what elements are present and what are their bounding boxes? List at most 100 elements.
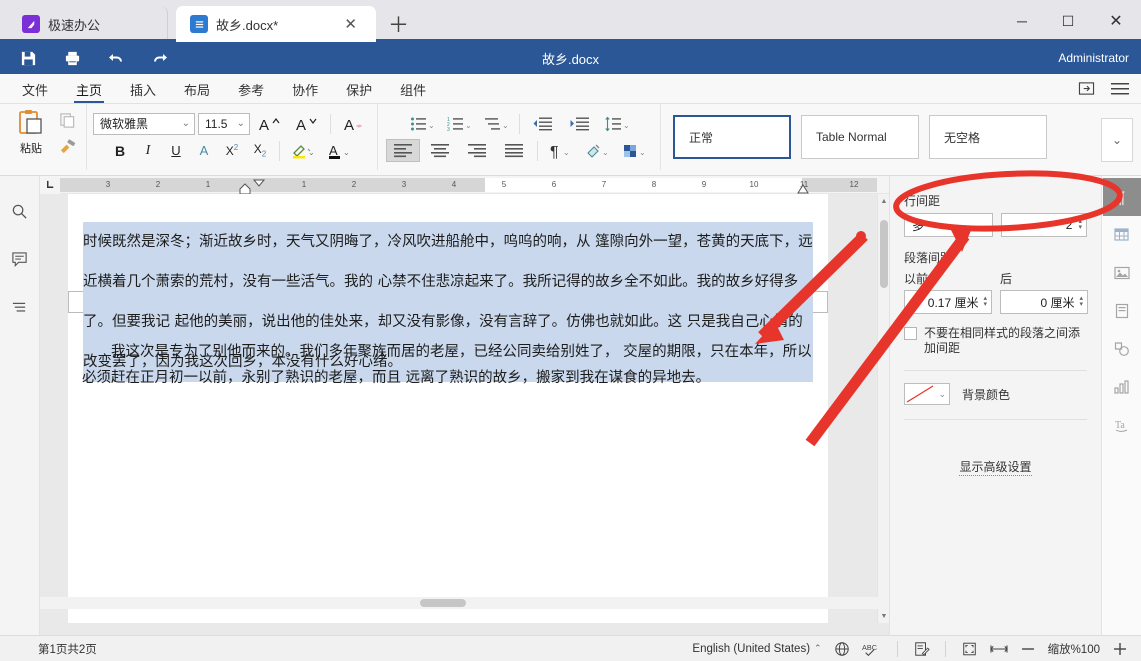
ribbon-tab-collaboration[interactable]: 协作 xyxy=(278,76,332,102)
style-normal[interactable]: 正常 xyxy=(673,115,791,159)
ribbon-tab-home[interactable]: 主页 xyxy=(62,76,116,102)
bold-button[interactable]: B xyxy=(108,139,133,162)
style-table-normal[interactable]: Table Normal xyxy=(801,115,919,159)
close-icon[interactable]: ✕ xyxy=(1091,0,1141,42)
tab-home-app[interactable]: 极速办公 xyxy=(8,6,168,42)
window-controls: ─ ☐ ✕ xyxy=(999,0,1141,42)
undo-icon[interactable] xyxy=(96,43,136,73)
spellcheck-icon[interactable]: ABC xyxy=(857,638,887,660)
vertical-scrollbar[interactable]: ▲ ▼ xyxy=(877,194,889,623)
close-icon[interactable]: ✕ xyxy=(341,15,360,34)
redo-icon[interactable] xyxy=(140,43,180,73)
spinner-arrows-icon[interactable]: ▴▾ xyxy=(1078,219,1082,231)
bullet-list-icon[interactable]: ⌄ xyxy=(405,112,439,135)
fit-page-icon[interactable] xyxy=(956,638,983,660)
language-selector[interactable]: English (United States) ⌃ xyxy=(687,638,826,660)
borders-icon[interactable]: ⌄ xyxy=(618,139,652,162)
hanging-indent-marker[interactable] xyxy=(238,183,252,195)
font-size-select[interactable]: 11.5 ⌄ xyxy=(198,113,250,135)
multilevel-list-icon[interactable]: ⌄ xyxy=(479,112,513,135)
tab-document[interactable]: 故乡.docx* ✕ xyxy=(176,6,376,42)
zoom-in-icon[interactable] xyxy=(1107,638,1133,660)
user-name[interactable]: Administrator xyxy=(1058,51,1129,65)
maximize-icon[interactable]: ☐ xyxy=(1045,0,1091,42)
vertical-scroll-thumb[interactable] xyxy=(880,220,888,288)
align-right-icon[interactable] xyxy=(460,139,494,162)
no-space-same-style-row[interactable]: 不要在相同样式的段落之间添加间距 xyxy=(904,326,1087,356)
right-indent-marker[interactable] xyxy=(796,183,810,195)
zoom-level-label[interactable]: 缩放%100 xyxy=(1043,638,1105,660)
increase-font-size-icon[interactable]: A xyxy=(253,112,287,135)
export-icon[interactable] xyxy=(1071,76,1101,102)
first-line-indent-marker[interactable] xyxy=(252,178,266,192)
ribbon-tab-insert[interactable]: 插入 xyxy=(116,76,170,102)
align-center-icon[interactable] xyxy=(423,139,457,162)
spinner-arrows-icon[interactable]: ▴▾ xyxy=(983,296,987,308)
zoom-out-icon[interactable] xyxy=(1015,638,1041,660)
globe-icon[interactable] xyxy=(829,638,855,660)
table-settings-icon[interactable] xyxy=(1103,216,1141,254)
align-left-icon[interactable] xyxy=(386,139,420,162)
numbered-list-icon[interactable]: 123⌄ xyxy=(442,112,476,135)
horizontal-scrollbar[interactable] xyxy=(40,597,888,609)
horizontal-ruler[interactable]: 3 2 1 1 2 3 4 5 6 7 8 9 10 11 12 xyxy=(40,176,889,194)
image-settings-icon[interactable] xyxy=(1103,254,1141,292)
ribbon-tab-protection[interactable]: 保护 xyxy=(332,76,386,102)
scroll-down-icon[interactable]: ▼ xyxy=(878,609,889,623)
save-icon[interactable] xyxy=(8,43,48,73)
hamburger-menu-icon[interactable] xyxy=(1105,76,1135,102)
spacing-after-input[interactable]: 0 厘米 ▴▾ xyxy=(1000,290,1088,314)
shape-settings-icon[interactable] xyxy=(1103,330,1141,368)
tab-stop-selector[interactable] xyxy=(40,176,60,194)
search-icon[interactable] xyxy=(6,198,34,224)
ruler-track[interactable]: 3 2 1 1 2 3 4 5 6 7 8 9 10 11 12 xyxy=(60,178,877,192)
decrease-font-size-icon[interactable]: A xyxy=(290,112,324,135)
underline-button[interactable]: U xyxy=(164,139,189,162)
chart-settings-icon[interactable] xyxy=(1103,368,1141,406)
ribbon-tab-layout[interactable]: 布局 xyxy=(170,76,224,102)
background-color-swatch[interactable]: ⌄ xyxy=(904,383,950,405)
strikethrough-button[interactable]: A xyxy=(192,139,217,162)
paragraph-marks-icon[interactable]: ¶⌄ xyxy=(544,139,578,162)
copy-icon[interactable] xyxy=(54,108,80,132)
line-spacing-icon[interactable]: ⌄ xyxy=(600,112,634,135)
fit-width-icon[interactable] xyxy=(985,638,1013,660)
line-spacing-mode-select[interactable]: 多 ⌄ xyxy=(904,213,993,237)
horizontal-scroll-thumb[interactable] xyxy=(420,599,466,607)
scroll-up-icon[interactable]: ▲ xyxy=(878,194,889,208)
subscript-button[interactable]: X2 xyxy=(248,139,273,162)
minimize-icon[interactable]: ─ xyxy=(999,0,1045,42)
justify-icon[interactable] xyxy=(497,139,531,162)
italic-button[interactable]: I xyxy=(136,139,161,162)
no-space-same-style-checkbox[interactable] xyxy=(904,327,917,340)
decrease-indent-icon[interactable] xyxy=(526,112,560,135)
text-highlight-icon[interactable]: ⌄ xyxy=(286,139,320,162)
spacing-before-input[interactable]: 0.17 厘米 ▴▾ xyxy=(904,290,992,314)
ribbon-tab-references[interactable]: 参考 xyxy=(224,76,278,102)
format-painter-icon[interactable] xyxy=(54,134,80,158)
line-spacing-value-input[interactable]: 2 ▴▾ xyxy=(1001,213,1087,237)
superscript-button[interactable]: X2 xyxy=(220,139,245,162)
increase-indent-icon[interactable] xyxy=(563,112,597,135)
style-no-spacing[interactable]: 无空格 xyxy=(929,115,1047,159)
comment-icon[interactable] xyxy=(6,246,34,272)
paste-button[interactable]: 粘贴 xyxy=(8,104,54,156)
styles-more-button[interactable]: ⌄ xyxy=(1101,118,1133,162)
navigation-icon[interactable] xyxy=(6,294,34,320)
show-advanced-settings-link[interactable]: 显示高级设置 xyxy=(959,458,1031,476)
clear-formatting-icon[interactable]: A xyxy=(337,112,371,135)
font-color-icon[interactable]: A⌄ xyxy=(323,139,357,162)
font-family-select[interactable]: 微软雅黑 ⌄ xyxy=(93,113,195,135)
textart-settings-icon[interactable]: Ta xyxy=(1103,406,1141,444)
plus-icon[interactable]: ＋ xyxy=(376,15,421,42)
document-page[interactable]: 故乡 我冒着严寒，回到相隔二千余里，别了二十余年的故乡去。 时候既然是深冬；渐近… xyxy=(68,194,828,623)
ribbon-tab-file[interactable]: 文件 xyxy=(8,76,62,102)
shading-icon[interactable]: ⌄ xyxy=(581,139,615,162)
print-icon[interactable] xyxy=(52,43,92,73)
paragraph-settings-icon[interactable]: ¶ xyxy=(1103,178,1141,216)
page-scroll-region[interactable]: 故乡 我冒着严寒，回到相隔二千余里，别了二十余年的故乡去。 时候既然是深冬；渐近… xyxy=(40,194,877,623)
textbox-settings-icon[interactable] xyxy=(1103,292,1141,330)
track-changes-icon[interactable] xyxy=(908,638,935,660)
ribbon-tab-components[interactable]: 组件 xyxy=(386,76,440,102)
spinner-arrows-icon[interactable]: ▴▾ xyxy=(1079,296,1083,308)
